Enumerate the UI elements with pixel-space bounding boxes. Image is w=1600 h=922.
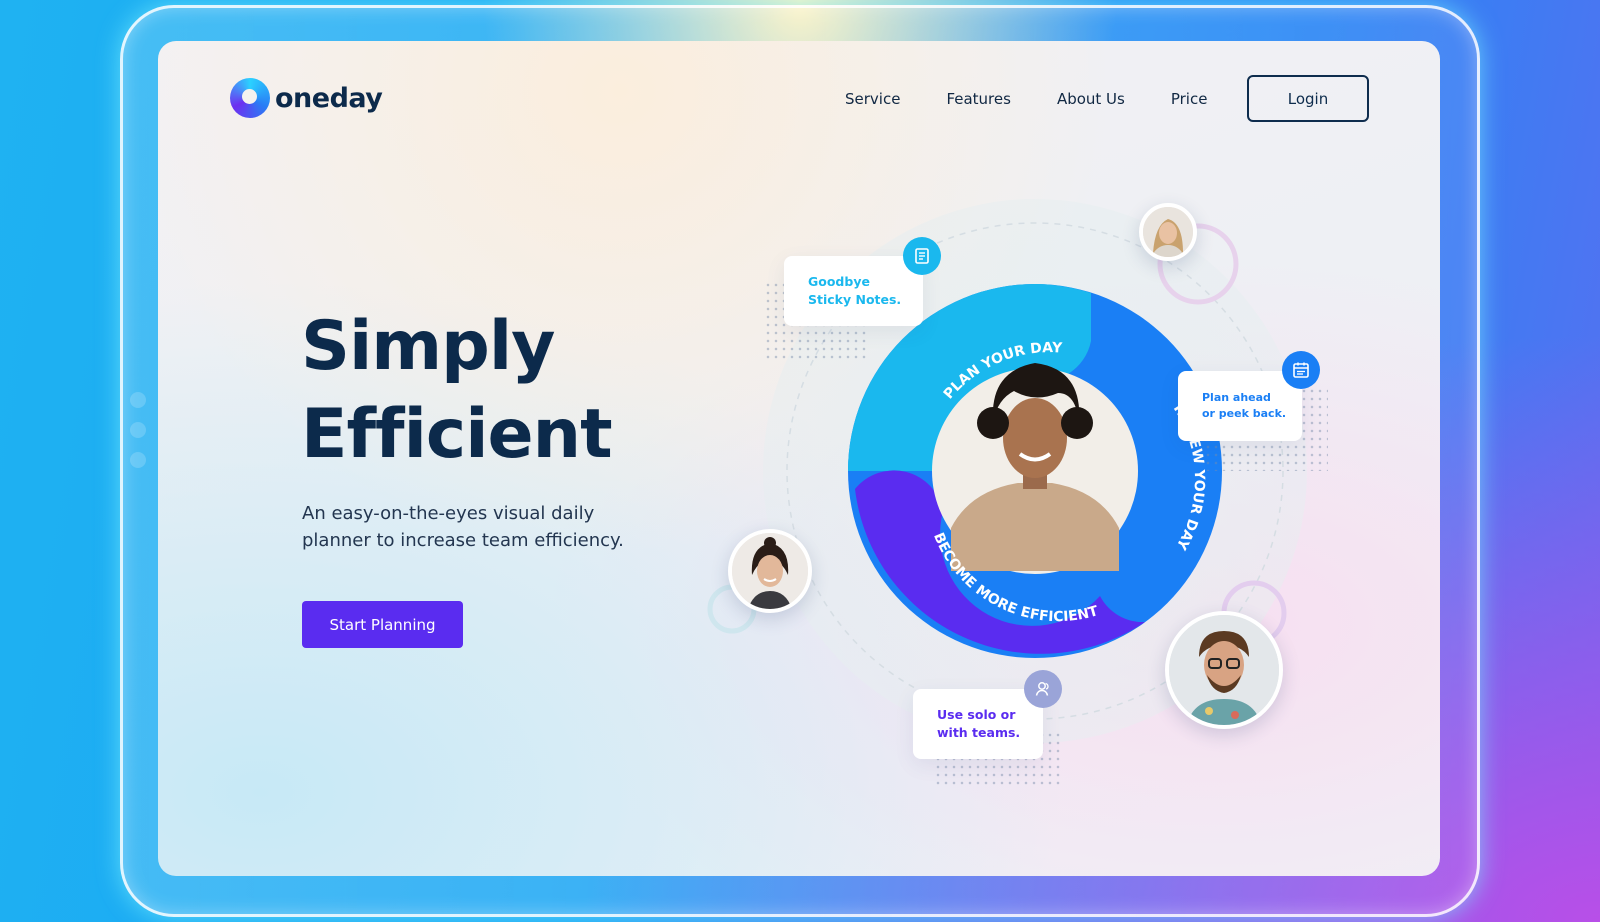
note-icon (903, 237, 941, 275)
segment-label-plan: PLAN YOUR DAY (941, 340, 1064, 402)
decor-ring (1157, 223, 1239, 305)
feature-card-sticky: Goodbye Sticky Notes. (784, 256, 923, 326)
segment-label-review: REVIEW YOUR DAY (1170, 401, 1207, 553)
dashed-orbit (786, 222, 1284, 720)
segment-review (848, 284, 1222, 658)
website-screen: oneday Service Features About Us Price L… (158, 41, 1440, 876)
segment-plan (848, 284, 1091, 471)
hero-title: Simply Efficient (301, 303, 613, 479)
card-line: Sticky Notes. (808, 292, 902, 307)
avatar-woman-blonde (1139, 203, 1197, 261)
logo-ring-icon (230, 78, 270, 118)
start-planning-button[interactable]: Start Planning (302, 601, 463, 648)
brand-logo[interactable]: oneday (230, 78, 383, 118)
nav-item-features[interactable]: Features (946, 90, 1011, 108)
center-photo-frame (932, 368, 1138, 574)
card-line: Goodbye (808, 274, 870, 289)
dot-grid (1204, 387, 1328, 471)
brand-name: oneday (275, 82, 383, 114)
decor-ring (707, 584, 757, 634)
avatar-man-curly (1165, 611, 1283, 729)
login-button[interactable]: Login (1247, 75, 1369, 122)
dot-grid (934, 731, 1062, 787)
segment-label-efficient: BECOME MORE EFFICIENT (930, 530, 1100, 625)
center-person-photo (951, 363, 1119, 571)
users-icon (1024, 670, 1062, 708)
nav-item-service[interactable]: Service (845, 90, 900, 108)
card-line: or peek back. (1202, 407, 1287, 420)
main-nav: Service Features About Us Price (845, 90, 1207, 108)
feature-card-solo: Use solo or with teams. (913, 689, 1043, 759)
card-line: Plan ahead (1202, 391, 1271, 404)
decor-ring (1221, 580, 1287, 646)
hero-title-line-1: Simply (301, 307, 555, 386)
dot-grid (764, 281, 868, 361)
hero-title-line-2: Efficient (301, 395, 613, 474)
nav-item-about-us[interactable]: About Us (1057, 90, 1125, 108)
segment-efficient (855, 470, 1145, 654)
feature-card-plan: Plan ahead or peek back. (1178, 371, 1302, 441)
card-line: with teams. (937, 725, 1021, 740)
avatar-woman-dark-hair (728, 529, 812, 613)
card-line: Use solo or (937, 707, 1016, 722)
hero-subtitle: An easy-on-the-eyes visual daily planner… (302, 503, 624, 551)
nav-item-price[interactable]: Price (1171, 90, 1208, 108)
calendar-icon (1282, 351, 1320, 389)
halo-circle (763, 199, 1307, 743)
tablet-side-buttons (130, 392, 146, 482)
